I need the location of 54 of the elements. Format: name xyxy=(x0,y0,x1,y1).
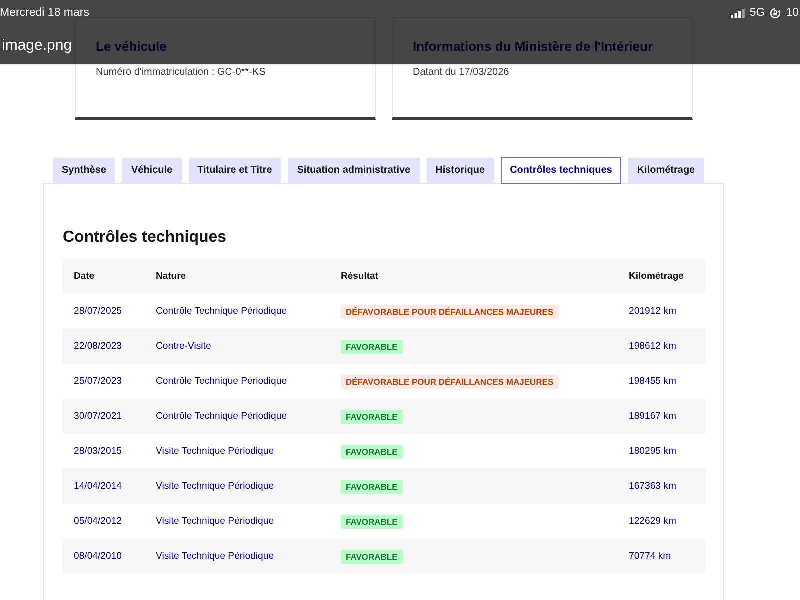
tab[interactable]: Contrôles techniques xyxy=(501,157,622,184)
date-cell-text: 30/07/2021 xyxy=(73,411,124,422)
result-badge: FAVORABLE xyxy=(341,480,403,494)
result-badge: FAVORABLE xyxy=(341,444,403,458)
date-cell-text: 25/07/2023 xyxy=(73,376,124,387)
mileage-cell-text: 70774 km xyxy=(628,551,672,562)
signal-icon xyxy=(730,8,745,18)
tab[interactable]: Kilométrage xyxy=(628,158,704,183)
nature-cell-text: Contrôle Technique Périodique xyxy=(155,411,288,422)
result-badge: FAVORABLE xyxy=(341,340,403,354)
card-title: Informations du Ministère de l'Intérieur xyxy=(413,39,654,54)
mileage-cell-text: 198612 km xyxy=(628,341,678,352)
card-subtitle: Numéro d'immatriculation : GC-0**-KS xyxy=(96,67,266,78)
nature-cell-text: Contrôle Technique Périodique xyxy=(155,376,288,387)
mileage-cell-text: 201912 km xyxy=(628,306,678,317)
status-date: Mercredi 18 mars xyxy=(0,7,90,19)
result-badge: DÉFAVORABLE POUR DÉFAILLANCES MAJEURES xyxy=(341,304,559,318)
tab[interactable]: Synthèse xyxy=(53,158,116,183)
nature-cell-text: Contrôle Technique Périodique xyxy=(155,306,288,317)
mileage-cell-text: 167363 km xyxy=(628,481,678,492)
result-badge: FAVORABLE xyxy=(341,410,403,424)
mileage-cell-text: 189167 km xyxy=(628,411,678,422)
column-header: Nature xyxy=(155,271,188,282)
nature-cell-text: Visite Technique Périodique xyxy=(155,481,276,492)
tab[interactable]: Situation administrative xyxy=(288,158,420,183)
date-cell-text: 14/04/2014 xyxy=(73,481,124,492)
mileage-cell-text: 180295 km xyxy=(628,446,678,457)
result-badge: FAVORABLE xyxy=(341,514,403,528)
column-header: Date xyxy=(73,271,96,282)
network-label: 5G xyxy=(750,7,766,19)
nature-cell-text: Visite Technique Périodique xyxy=(155,446,276,457)
date-cell-text: 05/04/2012 xyxy=(73,516,124,527)
card-subtitle: Datant du 17/03/2026 xyxy=(413,67,510,78)
date-cell-text: 28/07/2025 xyxy=(73,306,124,317)
column-header: Kilométrage xyxy=(628,271,685,282)
nature-cell-text: Visite Technique Périodique xyxy=(155,551,276,562)
tab[interactable]: Véhicule xyxy=(122,158,182,183)
result-badge: FAVORABLE xyxy=(341,550,403,564)
result-badge: DÉFAVORABLE POUR DÉFAILLANCES MAJEURES xyxy=(341,374,559,388)
date-cell-text: 08/04/2010 xyxy=(73,551,124,562)
mileage-cell-text: 122629 km xyxy=(628,516,678,527)
tab[interactable]: Historique xyxy=(426,158,494,183)
mileage-cell-text: 198455 km xyxy=(628,376,678,387)
nature-cell-text: Visite Technique Périodique xyxy=(155,516,276,527)
image-title: image.png xyxy=(2,37,72,54)
battery-percent: 10 xyxy=(786,7,799,19)
rotation-lock-icon xyxy=(770,8,782,18)
nature-cell-text: Contre-Visite xyxy=(155,341,212,352)
column-header: Résultat xyxy=(340,271,380,282)
section-heading: Contrôles techniques xyxy=(63,229,227,247)
card-title: Le véhicule xyxy=(96,39,167,54)
date-cell-text: 28/03/2015 xyxy=(73,446,124,457)
date-cell-text: 22/08/2023 xyxy=(73,341,124,352)
tab[interactable]: Titulaire et Titre xyxy=(188,158,282,183)
